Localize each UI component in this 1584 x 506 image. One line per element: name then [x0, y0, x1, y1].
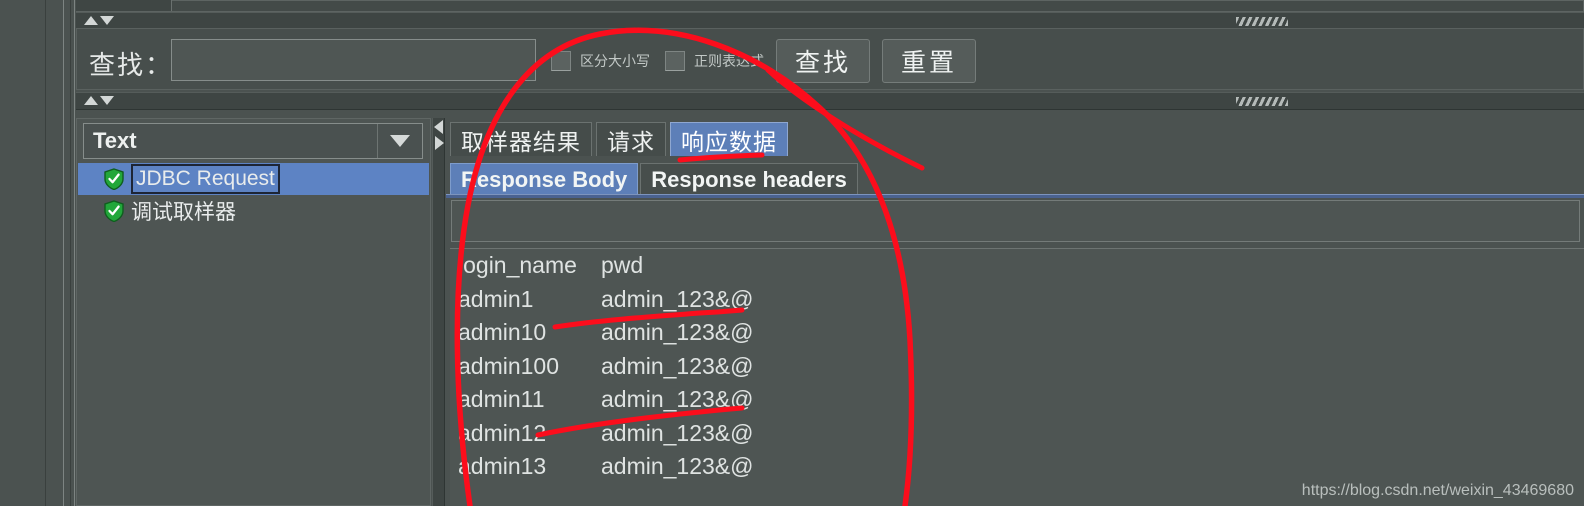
gutter-divider-2 [63, 0, 64, 506]
tab-request[interactable]: 请求 [596, 122, 666, 156]
checkbox-box-icon[interactable] [665, 51, 685, 71]
gutter-divider-4 [74, 0, 75, 506]
combobox-arrow-button[interactable] [377, 124, 422, 158]
subtab-response-headers[interactable]: Response headers [640, 163, 858, 196]
response-body-text[interactable]: login_name pwd admin1 admin_123&@ admin1… [450, 248, 1584, 506]
search-type-combobox[interactable]: Text [83, 123, 423, 159]
cell-pwd: admin_123&@ [601, 453, 754, 480]
splitter-collapse-controls-top[interactable] [84, 16, 114, 25]
find-input[interactable] [171, 39, 536, 81]
tab-underline-divider [446, 194, 1584, 198]
sampler-tree-panel: Text JDBC Request 调试取样器 [76, 118, 431, 506]
checkbox-box-icon[interactable] [551, 51, 571, 71]
tree-item-label: JDBC Request [131, 164, 280, 194]
table-row: admin13 admin_123&@ [450, 450, 1584, 484]
top-panel-stub-cell [76, 0, 172, 11]
splitter-bar-middle[interactable] [76, 92, 1584, 110]
triangle-up-icon[interactable] [84, 16, 98, 25]
splitter-grip-top[interactable] [1236, 17, 1288, 26]
response-search-input[interactable] [451, 200, 1580, 242]
splitter-grip-middle[interactable] [1236, 97, 1288, 106]
column-header-pwd: pwd [601, 252, 644, 279]
response-subtabs[interactable]: Response Body Response headers [450, 162, 858, 196]
triangle-left-icon[interactable] [434, 120, 443, 134]
triangle-right-icon[interactable] [435, 136, 444, 150]
table-row: admin1 admin_123&@ [450, 283, 1584, 317]
table-row: admin12 admin_123&@ [450, 417, 1584, 451]
regex-checkbox[interactable]: 正则表达式 [665, 51, 764, 71]
result-tabs[interactable]: 取样器结果 请求 响应数据 [450, 120, 788, 156]
table-row: admin10 admin_123&@ [450, 316, 1584, 350]
response-body-header-row: login_name pwd [450, 249, 1584, 283]
sampler-tree-list[interactable]: JDBC Request 调试取样器 [78, 163, 429, 504]
left-gutter [0, 0, 45, 506]
watermark: https://blog.csdn.net/weixin_43469680 [1301, 482, 1574, 499]
cell-pwd: admin_123&@ [601, 285, 754, 312]
chevron-down-icon[interactable] [390, 135, 410, 147]
green-shield-icon [104, 200, 124, 222]
cell-login-name: admin13 [458, 453, 547, 480]
splitter-collapse-controls-middle[interactable] [84, 96, 114, 105]
combobox-value: Text [93, 128, 137, 153]
tree-item-label: 调试取样器 [131, 201, 236, 224]
case-sensitive-checkbox[interactable]: 区分大小写 [551, 51, 650, 71]
green-shield-icon [104, 168, 124, 190]
cell-login-name: admin11 [458, 386, 545, 413]
top-panel-stub [76, 0, 1584, 12]
tab-response-data[interactable]: 响应数据 [670, 122, 788, 156]
find-button[interactable]: 查找 [776, 39, 870, 83]
cell-login-name: admin100 [458, 352, 560, 379]
tab-sampler-result[interactable]: 取样器结果 [450, 122, 592, 156]
cell-pwd: admin_123&@ [601, 419, 754, 446]
gutter-divider-3 [70, 0, 71, 506]
cell-pwd: admin_123&@ [601, 319, 754, 346]
find-bar: 查找： 区分大小写 正则表达式 查找 重置 [76, 28, 1584, 90]
results-panel: 取样器结果 请求 响应数据 Response Body Response hea… [446, 118, 1584, 506]
cell-pwd: admin_123&@ [601, 386, 754, 413]
cell-pwd: admin_123&@ [601, 352, 754, 379]
cell-login-name: admin12 [458, 419, 547, 446]
triangle-up-icon[interactable] [84, 96, 98, 105]
reset-button[interactable]: 重置 [882, 39, 976, 83]
cell-login-name: admin1 [458, 285, 534, 312]
column-header-login-name: login_name [458, 252, 577, 279]
regex-label: 正则表达式 [694, 53, 764, 69]
table-row: admin11 admin_123&@ [450, 383, 1584, 417]
tree-item-jdbc-request[interactable]: JDBC Request [78, 163, 429, 195]
cell-login-name: admin10 [458, 319, 547, 346]
triangle-down-icon[interactable] [100, 16, 114, 25]
tree-item-debug-sampler[interactable]: 调试取样器 [78, 195, 429, 227]
jmeter-view-results-tree: 查找： 区分大小写 正则表达式 查找 重置 Text JDBC Request … [0, 0, 1584, 506]
table-row: admin100 admin_123&@ [450, 350, 1584, 384]
triangle-down-icon[interactable] [100, 96, 114, 105]
case-sensitive-label: 区分大小写 [580, 53, 650, 69]
splitter-bar-vertical[interactable] [432, 118, 445, 506]
gutter-divider-1 [45, 0, 46, 506]
find-label: 查找： [89, 50, 174, 80]
subtab-response-body[interactable]: Response Body [450, 163, 639, 196]
